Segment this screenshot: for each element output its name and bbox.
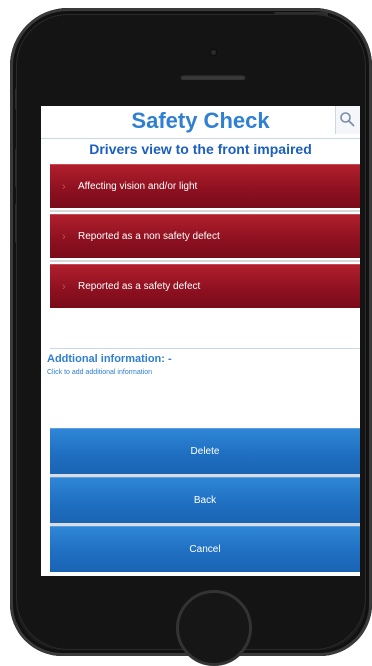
option-label: Affecting vision and/or light — [78, 181, 198, 192]
option-separator — [50, 210, 360, 212]
option-affecting-vision[interactable]: › Affecting vision and/or light — [50, 164, 360, 208]
search-button[interactable] — [335, 106, 360, 134]
app-screen: Safety Check Drivers view to the front i… — [41, 106, 360, 576]
option-safety-defect[interactable]: › Reported as a safety defect — [50, 264, 360, 308]
additional-info-label: Addtional information: - — [47, 353, 172, 365]
search-icon — [340, 112, 355, 127]
option-label: Reported as a non safety defect — [78, 231, 220, 242]
delete-button[interactable]: Delete — [50, 428, 360, 474]
chevron-right-icon: › — [62, 181, 66, 193]
additional-info-link[interactable]: Click to add additional information — [47, 369, 152, 376]
chevron-right-icon: › — [62, 231, 66, 243]
back-button[interactable]: Back — [50, 477, 360, 523]
header-bar: Safety Check — [41, 106, 360, 139]
earpiece-speaker — [180, 74, 246, 80]
option-label: Reported as a safety defect — [78, 281, 201, 292]
section-divider — [50, 348, 360, 349]
front-camera — [209, 48, 218, 57]
cancel-button[interactable]: Cancel — [50, 526, 360, 572]
page-title: Safety Check — [131, 108, 270, 133]
option-separator — [50, 260, 360, 262]
option-non-safety-defect[interactable]: › Reported as a non safety defect — [50, 214, 360, 258]
page-subtitle: Drivers view to the front impaired — [89, 141, 312, 157]
home-button[interactable] — [176, 590, 252, 666]
chevron-right-icon: › — [62, 281, 66, 293]
